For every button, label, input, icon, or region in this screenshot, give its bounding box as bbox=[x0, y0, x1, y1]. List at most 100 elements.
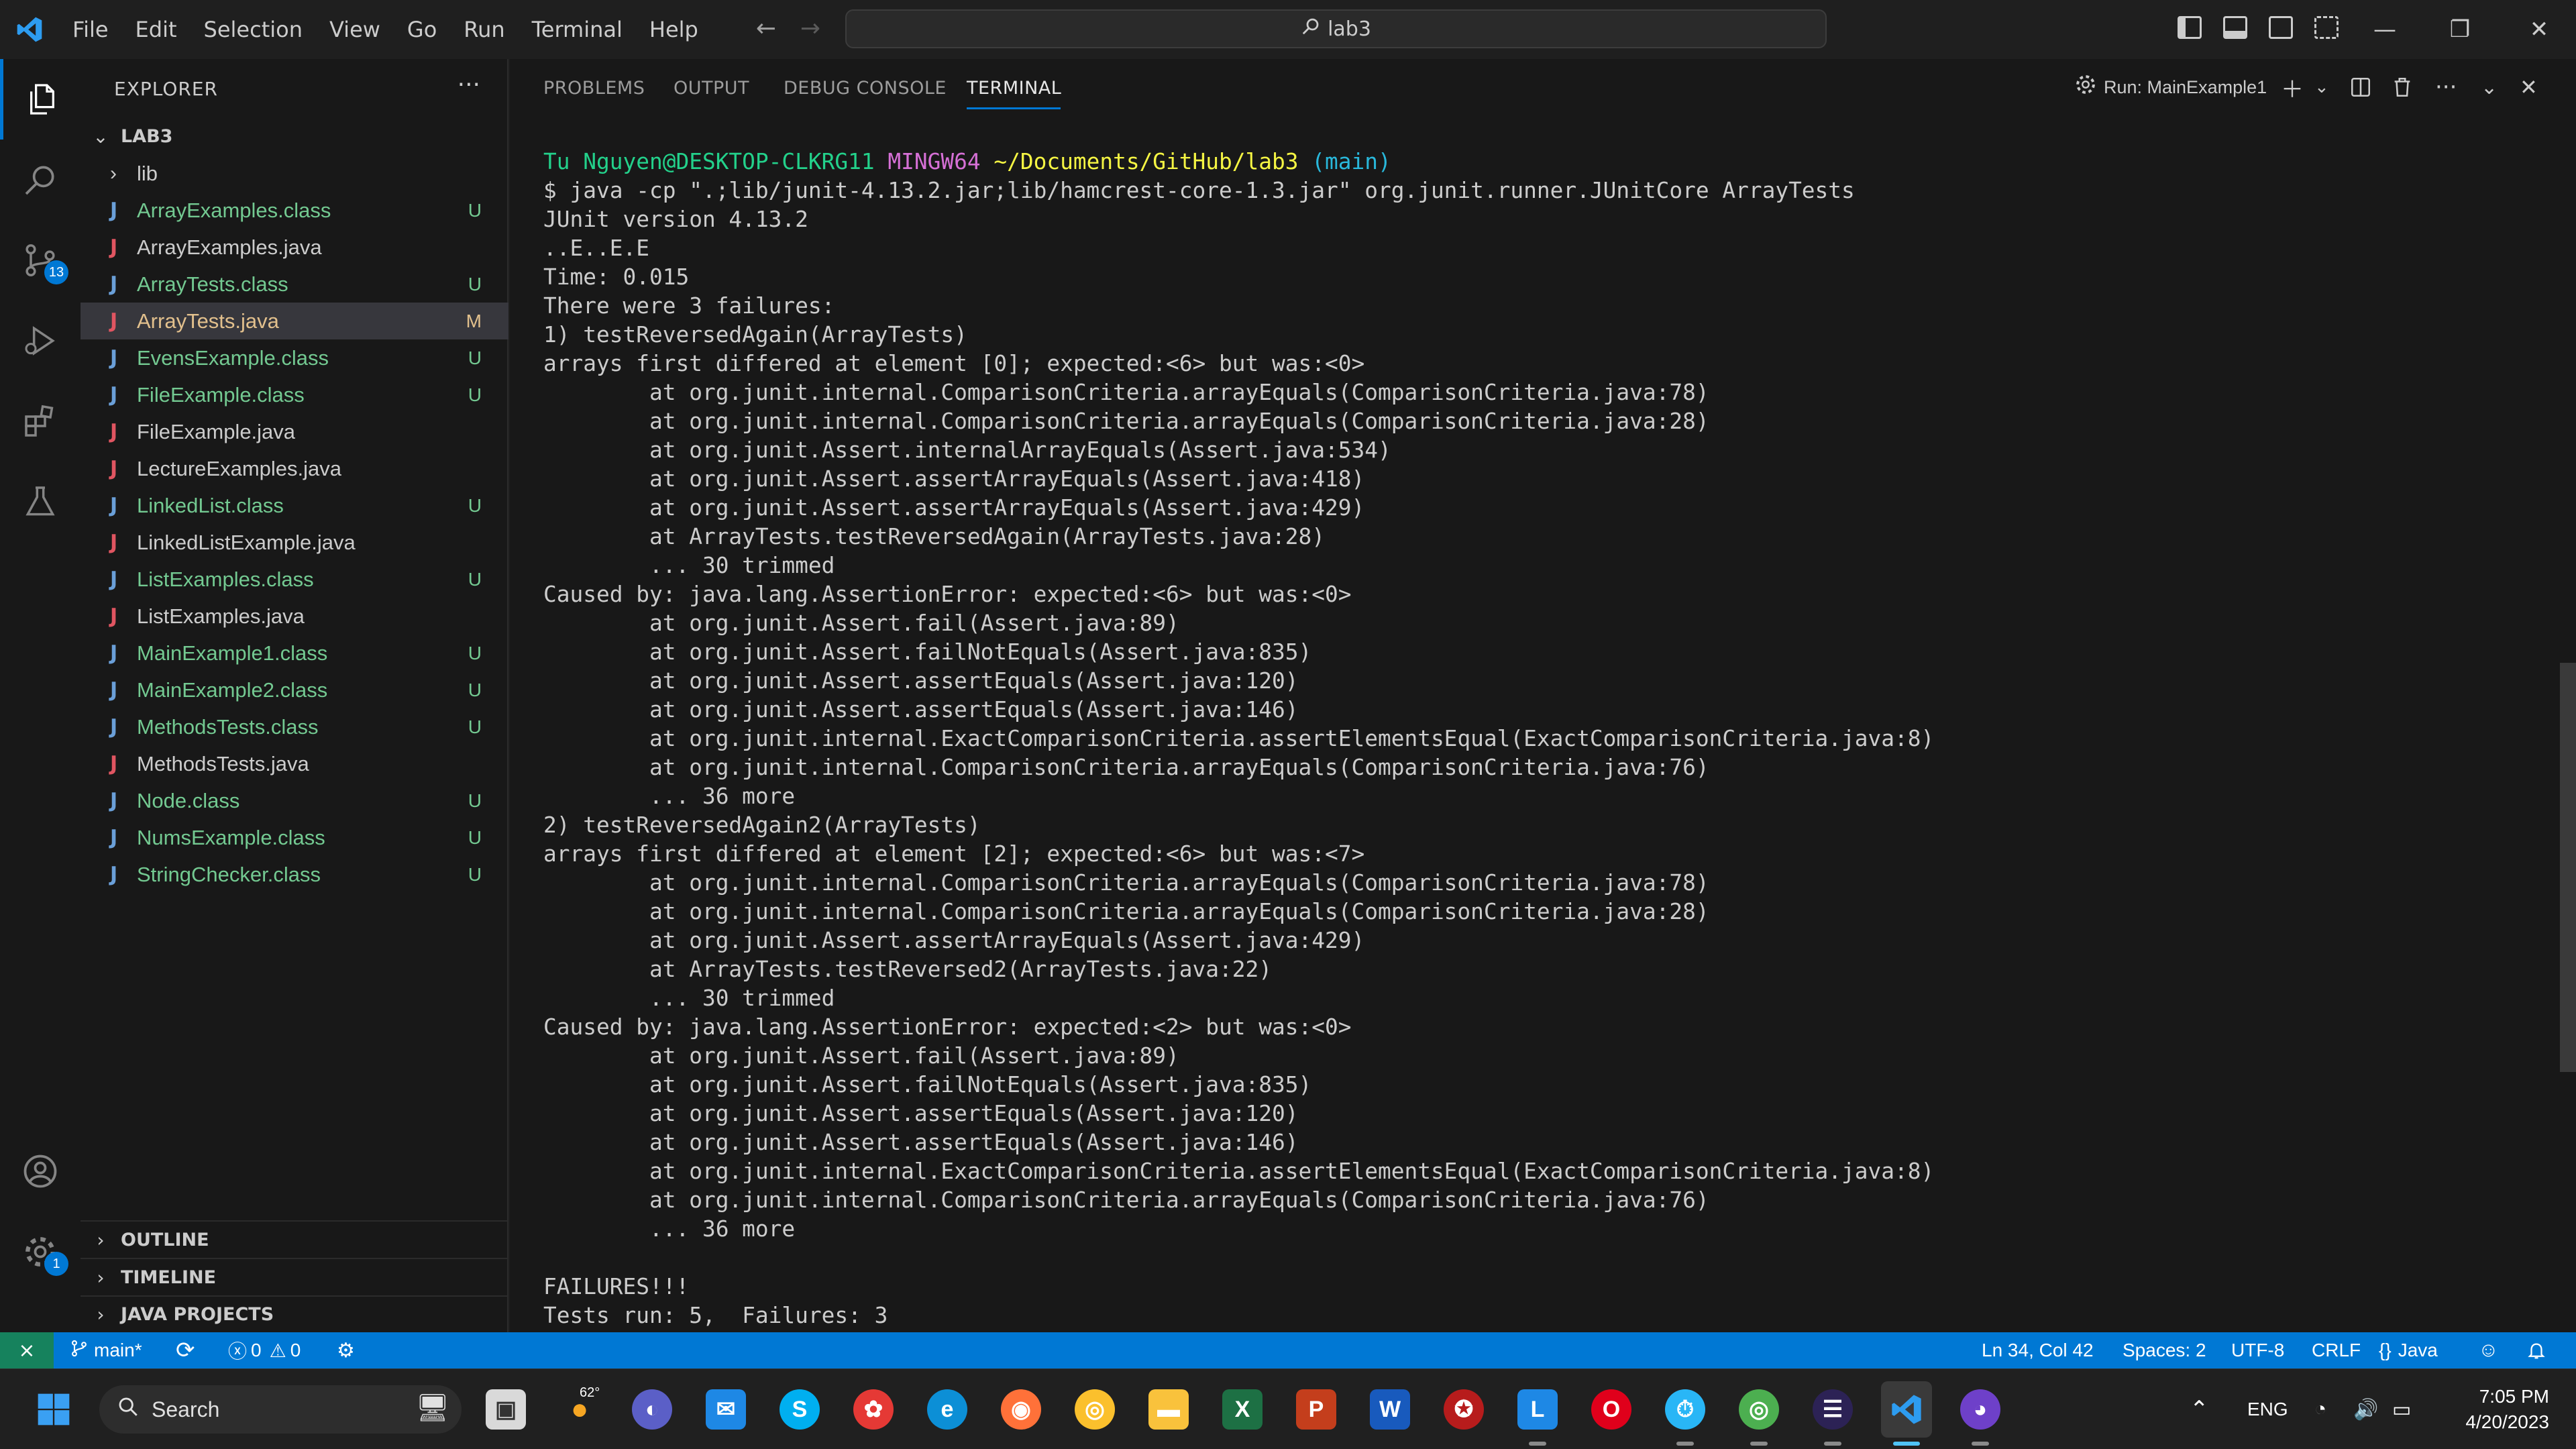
powerpoint-icon[interactable]: P bbox=[1296, 1389, 1336, 1430]
chrome-icon[interactable]: ◎ bbox=[1075, 1389, 1115, 1430]
line-ending[interactable]: CRLF bbox=[2312, 1332, 2361, 1368]
trash-icon[interactable] bbox=[2391, 71, 2414, 103]
terminal-output[interactable]: Tu Nguyen@DESKTOP-CLKRG11 MINGW64 ~/Docu… bbox=[543, 148, 1934, 1330]
file-item[interactable]: J EvensExample.class U bbox=[80, 339, 508, 376]
file-item[interactable]: J ArrayExamples.class U bbox=[80, 192, 508, 229]
language-mode[interactable]: {} Java bbox=[2379, 1332, 2438, 1368]
sync-icon[interactable]: ⟳ bbox=[176, 1332, 195, 1368]
terminal-dropdown-icon[interactable]: ⌄ bbox=[2314, 71, 2329, 103]
teams-chat-icon[interactable]: ◐ bbox=[632, 1389, 672, 1430]
tab-output[interactable]: OUTPUT bbox=[674, 78, 749, 99]
chrome-profile-icon[interactable]: ◎ bbox=[1739, 1389, 1779, 1430]
file-item[interactable]: J FileExample.class U bbox=[80, 376, 508, 413]
firefox-icon[interactable]: ◉ bbox=[1001, 1389, 1041, 1430]
close-panel-icon[interactable]: ✕ bbox=[2520, 71, 2538, 103]
word-icon[interactable]: W bbox=[1370, 1389, 1410, 1430]
file-item[interactable]: J NumsExample.class U bbox=[80, 819, 508, 856]
java-projects-section[interactable]: › JAVA PROJECTS bbox=[80, 1296, 508, 1332]
split-terminal-icon[interactable] bbox=[2349, 71, 2372, 103]
chevron-down-icon[interactable]: ⌄ bbox=[2481, 71, 2498, 103]
battery-icon[interactable]: ▭ bbox=[2392, 1369, 2411, 1449]
menu-edit[interactable]: Edit bbox=[122, 0, 191, 59]
file-item[interactable]: J MainExample1.class U bbox=[80, 635, 508, 672]
cursor-position[interactable]: Ln 34, Col 42 bbox=[1982, 1332, 2094, 1368]
more-actions-icon[interactable]: ··· bbox=[2435, 71, 2457, 103]
explorer-icon[interactable] bbox=[0, 59, 80, 140]
source-control-icon[interactable]: 13 bbox=[0, 220, 80, 301]
menu-view[interactable]: View bbox=[316, 0, 394, 59]
menu-go[interactable]: Go bbox=[394, 0, 450, 59]
problems-indicator[interactable]: ⓧ 0 ⚠ 0 bbox=[228, 1332, 301, 1368]
file-item[interactable]: J ArrayTests.class U bbox=[80, 266, 508, 303]
menu-terminal[interactable]: Terminal bbox=[519, 0, 636, 59]
file-item[interactable]: J MainExample2.class U bbox=[80, 672, 508, 708]
file-item[interactable]: J FileExample.java bbox=[80, 413, 508, 450]
file-item[interactable]: J ArrayTests.java M bbox=[80, 303, 508, 339]
file-item[interactable]: J LinkedListExample.java bbox=[80, 524, 508, 561]
menu-help[interactable]: Help bbox=[636, 0, 712, 59]
indentation[interactable]: Spaces: 2 bbox=[2123, 1332, 2206, 1368]
restore-icon[interactable]: ❐ bbox=[2423, 0, 2497, 59]
vscode-taskbar-icon[interactable] bbox=[1881, 1381, 1932, 1438]
file-explorer-icon[interactable]: ▬ bbox=[1148, 1389, 1189, 1430]
outline-section[interactable]: › OUTLINE bbox=[80, 1222, 508, 1258]
run-debug-icon[interactable] bbox=[0, 301, 80, 381]
folder-header-lab3[interactable]: ⌄ LAB3 bbox=[80, 118, 508, 154]
taskbar-search[interactable]: Search 🖥 bbox=[99, 1385, 462, 1434]
file-item[interactable]: J StringChecker.class U bbox=[80, 856, 508, 893]
file-item[interactable]: J LectureExamples.java bbox=[80, 450, 508, 487]
file-item[interactable]: J ListExamples.java bbox=[80, 598, 508, 635]
excel-icon[interactable]: X bbox=[1222, 1389, 1263, 1430]
input-language[interactable]: ENG bbox=[2247, 1369, 2288, 1449]
file-item[interactable]: J MethodsTests.class U bbox=[80, 708, 508, 745]
windows-start-icon[interactable] bbox=[34, 1389, 74, 1430]
run-configuration[interactable]: Run: MainExample1 bbox=[2073, 71, 2267, 103]
file-item[interactable]: J MethodsTests.java bbox=[80, 745, 508, 782]
app-l-icon[interactable]: L bbox=[1517, 1389, 1558, 1430]
feedback-icon[interactable]: ☺ bbox=[2478, 1332, 2499, 1368]
menu-file[interactable]: File bbox=[59, 0, 122, 59]
skype-icon[interactable]: S bbox=[780, 1389, 820, 1430]
more-actions-icon[interactable]: ··· bbox=[458, 71, 480, 99]
minimize-icon[interactable]: — bbox=[2348, 0, 2422, 59]
tab-problems[interactable]: PROBLEMS bbox=[543, 78, 645, 99]
terminal-scrollbar[interactable] bbox=[2560, 663, 2576, 1072]
folder-lib[interactable]: › lib bbox=[80, 155, 508, 192]
opera-icon[interactable]: O bbox=[1591, 1389, 1631, 1430]
edge-icon[interactable]: e bbox=[927, 1389, 967, 1430]
weather-icon[interactable]: ● 62° bbox=[559, 1385, 600, 1430]
extensions-icon[interactable] bbox=[0, 381, 80, 462]
toggle-secondary-sidebar-icon[interactable] bbox=[2269, 16, 2293, 39]
toggle-primary-sidebar-icon[interactable] bbox=[2178, 16, 2202, 39]
remote-indicator-icon[interactable]: ⨯ bbox=[0, 1332, 54, 1368]
app-icon[interactable]: ✪ bbox=[1444, 1389, 1484, 1430]
task-view-icon[interactable]: ▣ bbox=[486, 1389, 526, 1430]
branch-indicator[interactable]: main* bbox=[70, 1332, 142, 1368]
accounts-icon[interactable] bbox=[0, 1131, 80, 1212]
run-debug-status-icon[interactable]: ⚙ bbox=[337, 1332, 355, 1368]
notifications-bell-icon[interactable] bbox=[2526, 1332, 2546, 1368]
command-center-search[interactable]: lab3 bbox=[845, 9, 1827, 48]
tray-overflow-chevron-icon[interactable]: ⌃ bbox=[2190, 1369, 2209, 1449]
eclipse-icon[interactable]: ☰ bbox=[1813, 1389, 1853, 1430]
menu-run[interactable]: Run bbox=[450, 0, 518, 59]
mail-icon[interactable]: ✉ bbox=[706, 1389, 746, 1430]
tab-debug-console[interactable]: DEBUG CONSOLE bbox=[784, 78, 947, 99]
back-arrow-icon[interactable]: ← bbox=[746, 15, 786, 42]
toggle-panel-icon[interactable] bbox=[2223, 16, 2247, 39]
clock[interactable]: 7:05 PM 4/20/2023 bbox=[2442, 1369, 2549, 1449]
close-icon[interactable]: ✕ bbox=[2502, 0, 2576, 59]
timeline-section[interactable]: › TIMELINE bbox=[80, 1259, 508, 1295]
forward-arrow-icon[interactable]: → bbox=[790, 15, 830, 42]
new-terminal-plus-icon[interactable]: ＋ bbox=[2281, 71, 2304, 103]
settings-gear-icon[interactable]: 1 bbox=[0, 1212, 80, 1292]
wifi-icon[interactable]: ◔ bbox=[2314, 1369, 2326, 1449]
menu-selection[interactable]: Selection bbox=[191, 0, 316, 59]
timer-icon[interactable]: ⏱ bbox=[1665, 1389, 1705, 1430]
file-item[interactable]: J ArrayExamples.java bbox=[80, 229, 508, 266]
testing-flask-icon[interactable] bbox=[0, 462, 80, 542]
search-view-icon[interactable] bbox=[0, 140, 80, 220]
app-icon[interactable]: ✿ bbox=[853, 1389, 894, 1430]
github-desktop-icon[interactable]: ◕ bbox=[1960, 1389, 2000, 1430]
customize-layout-icon[interactable] bbox=[2314, 16, 2339, 39]
